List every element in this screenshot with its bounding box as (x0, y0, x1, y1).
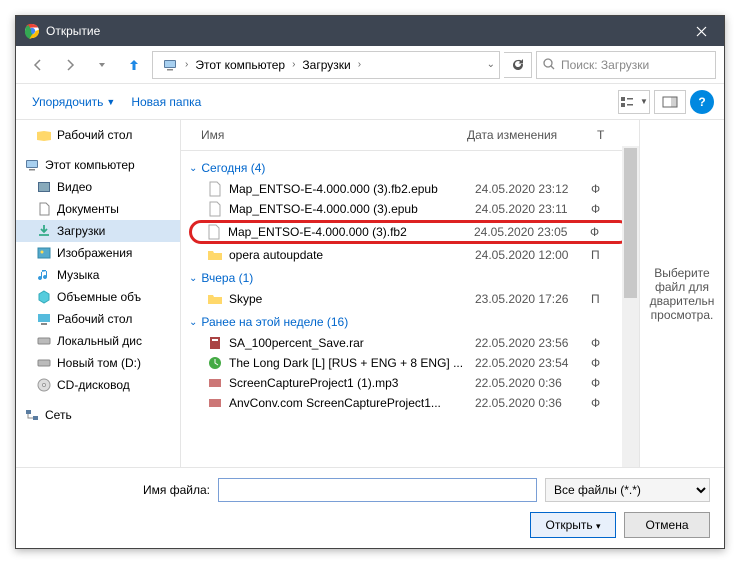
tree-newvol[interactable]: Новый том (D:) (16, 352, 180, 374)
toolbar: Упорядочить▼ Новая папка ▼ ? (16, 84, 724, 120)
chevron-right-icon: › (358, 59, 361, 70)
col-name[interactable]: Имя (181, 124, 461, 146)
preview-pane: Выберите файл для дварительн просмотра. (639, 120, 724, 467)
chevron-right-icon: › (185, 59, 188, 70)
pc-icon (157, 57, 183, 73)
tree-downloads[interactable]: Загрузки (16, 220, 180, 242)
crumb-downloads[interactable]: Загрузки (297, 58, 355, 72)
chrome-icon (24, 23, 40, 39)
col-type[interactable]: Т (591, 124, 610, 146)
file-row[interactable]: Map_ENTSO-E-4.000.000 (3).fb2.epub24.05.… (189, 179, 631, 199)
cancel-button[interactable]: Отмена (624, 512, 710, 538)
file-row[interactable]: Skype23.05.2020 17:26П (189, 289, 631, 309)
tree-music[interactable]: Музыка (16, 264, 180, 286)
breadcrumb[interactable]: › Этот компьютер › Загрузки › ⌄ (152, 51, 500, 79)
file-row[interactable]: opera autoupdate24.05.2020 12:00П (189, 245, 631, 265)
file-list: Имя Дата изменения Т ⌄Сегодня (4) Map_EN… (181, 120, 639, 467)
new-folder-button[interactable]: Новая папка (125, 91, 207, 113)
navigation-bar: › Этот компьютер › Загрузки › ⌄ Поиск: З… (16, 46, 724, 84)
file-row[interactable]: SA_100percent_Save.rar22.05.2020 23:56Ф (189, 333, 631, 353)
file-row[interactable]: Map_ENTSO-E-4.000.000 (3).epub24.05.2020… (189, 199, 631, 219)
chevron-down-icon[interactable]: ⌄ (487, 59, 495, 70)
group-earlier[interactable]: ⌄Ранее на этой неделе (16) (189, 309, 631, 333)
group-today[interactable]: ⌄Сегодня (4) (189, 155, 631, 179)
help-button[interactable]: ? (690, 90, 714, 114)
tree-network[interactable]: Сеть (16, 404, 180, 426)
column-headers: Имя Дата изменения Т (181, 120, 639, 151)
up-button[interactable] (120, 51, 148, 79)
tree-cd[interactable]: CD-дисковод (16, 374, 180, 396)
dialog-body: Рабочий стол Этот компьютер Видео Докуме… (16, 120, 724, 467)
window-title: Открытие (46, 24, 678, 38)
chevron-right-icon: › (292, 59, 295, 70)
view-mode-button[interactable]: ▼ (618, 90, 650, 114)
file-row[interactable]: ScreenCaptureProject1 (1).mp322.05.2020 … (189, 373, 631, 393)
crumb-thispc[interactable]: Этот компьютер (190, 58, 290, 72)
tree-localdisc[interactable]: Локальный дис (16, 330, 180, 352)
preview-pane-button[interactable] (654, 90, 686, 114)
file-row-highlighted[interactable]: Map_ENTSO-E-4.000.000 (3).fb224.05.2020 … (189, 220, 631, 244)
search-icon (543, 58, 556, 71)
search-placeholder: Поиск: Загрузки (561, 58, 649, 72)
tree-videos[interactable]: Видео (16, 176, 180, 198)
close-button[interactable] (678, 16, 724, 46)
file-row[interactable]: The Long Dark [L] [RUS + ENG + 8 ENG] ..… (189, 353, 631, 373)
open-button[interactable]: Открыть ▾ (530, 512, 616, 538)
filename-input[interactable] (218, 478, 537, 502)
tree-desktop[interactable]: Рабочий стол (16, 124, 180, 146)
scroll-thumb[interactable] (624, 148, 637, 298)
tree-desktop2[interactable]: Рабочий стол (16, 308, 180, 330)
forward-button[interactable] (56, 51, 84, 79)
recent-dropdown[interactable] (88, 51, 116, 79)
tree-3d[interactable]: Объемные объ (16, 286, 180, 308)
back-button[interactable] (24, 51, 52, 79)
group-yesterday[interactable]: ⌄Вчера (1) (189, 265, 631, 289)
file-row[interactable]: AnvConv.com ScreenCaptureProject1...22.0… (189, 393, 631, 413)
titlebar: Открытие (16, 16, 724, 46)
tree-documents[interactable]: Документы (16, 198, 180, 220)
search-input[interactable]: Поиск: Загрузки (536, 51, 716, 79)
tree-thispc[interactable]: Этот компьютер (16, 154, 180, 176)
organize-button[interactable]: Упорядочить▼ (26, 91, 121, 113)
filetype-select[interactable]: Все файлы (*.*) (545, 478, 710, 502)
tree-pictures[interactable]: Изображения (16, 242, 180, 264)
col-date[interactable]: Дата изменения (461, 124, 591, 146)
folder-tree[interactable]: Рабочий стол Этот компьютер Видео Докуме… (16, 120, 181, 467)
refresh-button[interactable] (504, 52, 532, 78)
filename-label: Имя файла: (30, 483, 210, 497)
scrollbar[interactable] (622, 146, 639, 467)
file-open-dialog: Открытие › Этот компьютер › Загрузки › ⌄… (15, 15, 725, 549)
dialog-footer: Имя файла: Все файлы (*.*) Открыть ▾ Отм… (16, 467, 724, 548)
file-rows: ⌄Сегодня (4) Map_ENTSO-E-4.000.000 (3).f… (181, 151, 639, 467)
